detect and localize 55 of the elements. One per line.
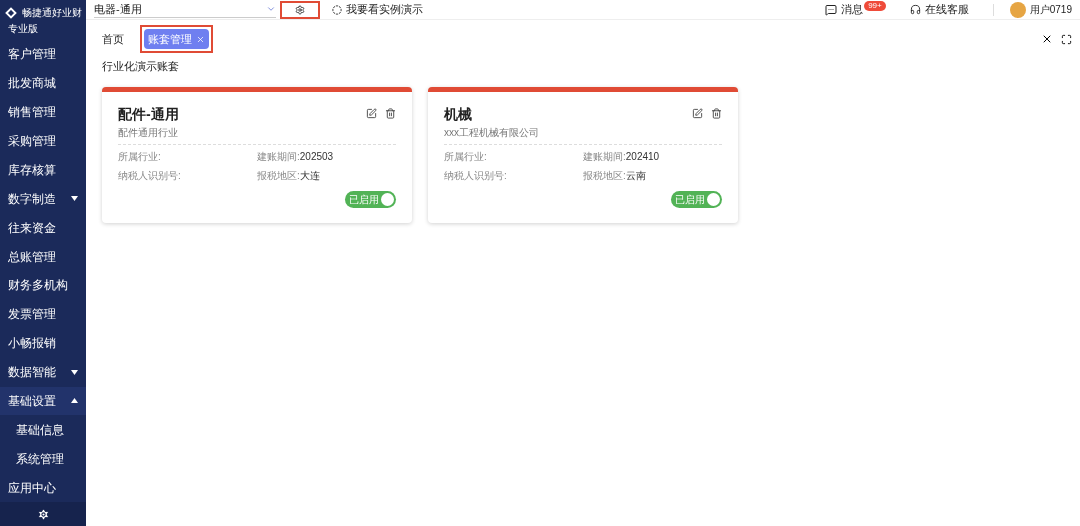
period-field: 建账期间:202503 bbox=[257, 148, 396, 164]
tab[interactable]: 账套管理 bbox=[140, 24, 213, 54]
menu-item[interactable]: 销售管理 bbox=[0, 97, 86, 127]
menu-item[interactable]: 总账管理 bbox=[0, 242, 86, 271]
support-button[interactable]: 在线客服 bbox=[909, 1, 969, 18]
menu-item[interactable]: 发票管理 bbox=[0, 299, 86, 329]
menu-item[interactable]: 采购管理 bbox=[0, 126, 86, 156]
brand-name: 畅捷通好业财 bbox=[22, 6, 82, 20]
taxid-field: 纳税人识别号: bbox=[118, 167, 257, 183]
menu-item[interactable]: 小畅报销 bbox=[0, 328, 86, 358]
delete-icon[interactable] bbox=[385, 107, 396, 119]
menu-item[interactable]: 应用中心 bbox=[0, 473, 86, 502]
section-title: 行业化演示账套 bbox=[102, 59, 180, 74]
menu-item[interactable]: 数据智能 bbox=[0, 357, 86, 387]
menu-item[interactable]: 财务多机构 bbox=[0, 271, 86, 300]
settings-icon bbox=[295, 4, 305, 15]
menu-item[interactable]: 库存核算 bbox=[0, 155, 86, 185]
close-tab-icon[interactable] bbox=[196, 34, 205, 44]
industry-field: 所属行业: bbox=[444, 148, 583, 164]
settings-button[interactable] bbox=[280, 0, 320, 19]
edit-icon[interactable] bbox=[692, 107, 703, 119]
account-name: 机械 bbox=[444, 104, 473, 124]
account-select[interactable]: 电器-通用 bbox=[94, 0, 276, 19]
menu-item[interactable]: 批发商城 bbox=[0, 68, 86, 98]
submenu-item[interactable]: 系统管理 bbox=[0, 444, 86, 474]
region-field: 报税地区:大连 bbox=[257, 167, 396, 183]
caret-icon bbox=[71, 196, 78, 202]
delete-icon[interactable] bbox=[711, 107, 722, 119]
caret-icon bbox=[71, 398, 78, 404]
tab[interactable]: 首页 bbox=[94, 28, 132, 50]
close-icon[interactable] bbox=[1041, 33, 1053, 45]
taxid-field: 纳税人识别号: bbox=[444, 167, 583, 183]
menu-item[interactable]: 基础设置 bbox=[0, 386, 86, 416]
menu-item[interactable]: 往来资金 bbox=[0, 213, 86, 243]
company-name: 配件通用行业 bbox=[118, 125, 179, 140]
account-name: 配件-通用 bbox=[118, 104, 179, 124]
menu-item[interactable]: 客户管理 bbox=[0, 40, 86, 69]
dropdown-icon bbox=[266, 4, 276, 14]
industry-field: 所属行业: bbox=[118, 148, 257, 164]
messages-button[interactable]: 消息 bbox=[825, 1, 864, 18]
menu-item[interactable]: 数字制造 bbox=[0, 184, 86, 214]
headset-icon bbox=[909, 4, 921, 15]
demo-link[interactable]: 我要看实例演示 bbox=[332, 1, 423, 18]
region-field: 报税地区:云南 bbox=[583, 167, 722, 183]
period-field: 建账期间:202410 bbox=[583, 148, 722, 164]
edition-label: 专业版 bbox=[8, 21, 39, 36]
edit-icon[interactable] bbox=[366, 107, 377, 119]
company-name: xxx工程机械有限公司 bbox=[444, 125, 539, 140]
caret-icon bbox=[71, 369, 78, 375]
chat-icon bbox=[825, 3, 838, 16]
fullscreen-icon[interactable] bbox=[1061, 33, 1072, 45]
submenu-item[interactable]: 基础信息 bbox=[0, 415, 86, 445]
message-badge: 99+ bbox=[864, 1, 886, 11]
settings-icon[interactable] bbox=[36, 507, 50, 521]
user-name[interactable]: 用户0719 bbox=[1029, 2, 1072, 17]
